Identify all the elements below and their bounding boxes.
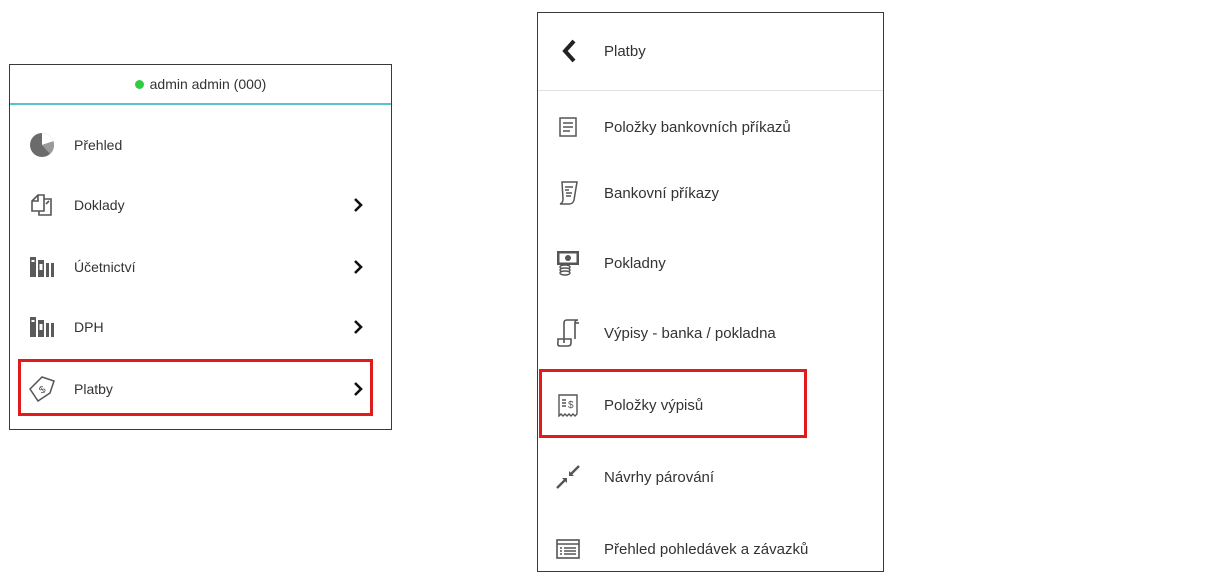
menu-item-label: Účetnictví: [74, 259, 136, 275]
menu-item-label: Přehled: [74, 137, 123, 153]
submenu-item-label: Bankovní příkazy: [604, 185, 720, 202]
submenu-item-vypisy-banka-pokladna[interactable]: Výpisy - banka / pokladna: [538, 303, 883, 365]
submenu-item-bankovni-prikazy[interactable]: Bankovní příkazy: [538, 163, 883, 225]
pie-chart-icon: [28, 131, 56, 159]
submenu-item-label: Pokladny: [604, 255, 666, 272]
submenu-item-label: Výpisy - banka / pokladna: [604, 325, 776, 342]
menu-item-doklady[interactable]: Doklady: [10, 175, 391, 235]
submenu-item-label: Položky bankovních příkazů: [604, 119, 791, 136]
menu-item-label: Doklady: [74, 197, 125, 213]
online-status-icon: [134, 79, 144, 89]
highlight-box-platby: [18, 359, 373, 416]
submenu-item-navrhy-parovani[interactable]: Návrhy párování: [538, 447, 883, 509]
highlight-box-polozky-vypisu: [539, 369, 807, 438]
list-document-icon: [552, 111, 584, 143]
submenu-header: Platby: [538, 13, 883, 91]
overview-list-icon: [552, 533, 584, 565]
submenu-panel-platby: Platby Položky bankovních příkazů Bankov…: [537, 12, 884, 572]
submenu-item-prehled-pohledavek-a-zavazku[interactable]: Přehled pohledávek a závazků: [538, 519, 883, 581]
back-chevron-icon[interactable]: [556, 37, 582, 65]
cash-register-icon: [552, 247, 584, 279]
submenu-item-polozky-bankovnich-prikazu[interactable]: Položky bankovních příkazů: [538, 97, 883, 159]
chevron-right-icon: [351, 198, 365, 212]
user-status-bar: admin admin (000): [10, 65, 391, 105]
submenu-item-label: Přehled pohledávek a závazků: [604, 541, 809, 558]
collapse-arrows-icon: [552, 461, 584, 493]
menu-item-dph[interactable]: DPH: [10, 297, 391, 357]
submenu-title: Platby: [604, 43, 646, 60]
menu-item-label: DPH: [74, 319, 104, 335]
books-icon: [28, 253, 56, 281]
submenu-item-pokladny[interactable]: Pokladny: [538, 233, 883, 295]
chevron-right-icon: [351, 320, 365, 334]
menu-item-ucetnictvi[interactable]: Účetnictví: [10, 237, 391, 297]
receipt-icon: [552, 177, 584, 209]
submenu-item-label: Návrhy párování: [604, 469, 715, 486]
documents-icon: [28, 191, 56, 219]
chevron-right-icon: [351, 260, 365, 274]
scroll-icon: [552, 317, 584, 349]
user-status-label: admin admin (000): [149, 76, 267, 92]
menu-item-prehled[interactable]: Přehled: [10, 115, 391, 175]
books-icon: [28, 313, 56, 341]
